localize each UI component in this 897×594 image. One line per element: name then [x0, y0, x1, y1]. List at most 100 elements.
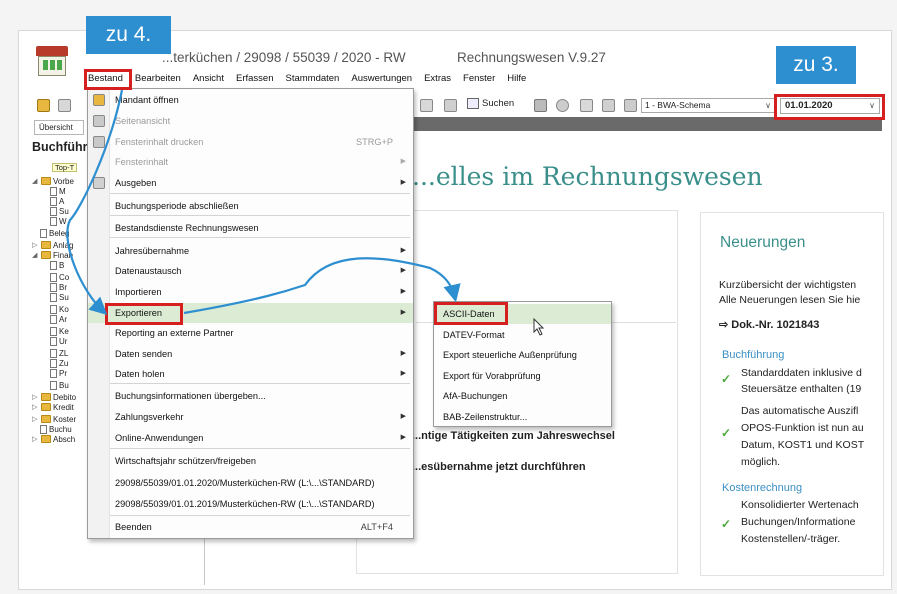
folder-open-icon[interactable]	[37, 99, 50, 112]
menu-item-29098-55039-01-01-2019-musterk[interactable]: 29098/55039/01.01.2019/Musterküchen-RW (…	[88, 494, 413, 514]
chart-icon[interactable]	[602, 99, 615, 112]
submenu-arrow-icon: ▶	[400, 158, 406, 165]
menu-item-fensterinhalt[interactable]: Fensterinhalt ▶	[88, 152, 413, 172]
app-name: Rechnungswesen V.9.27	[457, 50, 606, 65]
menu-item-reporting-an-externe-partner[interactable]: Reporting an externe Partner	[88, 323, 413, 343]
tree-item-label: Absch	[53, 434, 76, 444]
tree-item[interactable]: Br	[50, 282, 67, 292]
tree-item[interactable]: Co	[50, 272, 69, 282]
menu-item-daten-senden[interactable]: Daten senden ▶	[88, 344, 413, 364]
tree-item[interactable]: ◢ Vorbe	[32, 176, 74, 186]
menu-separator	[110, 237, 410, 238]
tree-item[interactable]: ▷ Anlag	[32, 240, 73, 250]
folder-icon	[41, 393, 51, 401]
menu-item-wirtschaftsjahr-schützen-freig[interactable]: Wirtschaftsjahr schützen/freigeben	[88, 451, 413, 471]
tree-item-label: Ko	[59, 304, 69, 314]
export-icon[interactable]	[580, 99, 593, 112]
tree-item[interactable]: A	[50, 196, 64, 206]
tree-item[interactable]: ▷ Kredit	[32, 402, 74, 412]
collapse-arrow-icon[interactable]: ◢	[32, 177, 39, 185]
submenu-item[interactable]: Export für Vorabprüfung	[434, 366, 611, 386]
filter-icon[interactable]	[534, 99, 547, 112]
tree-item[interactable]: Bu	[50, 380, 69, 390]
menu-stammdaten[interactable]: Stammdaten	[279, 70, 345, 88]
report-icon[interactable]	[624, 99, 637, 112]
news-intro-2[interactable]: Alle Neuerungen lesen Sie hie	[719, 294, 883, 306]
search-icon	[467, 98, 479, 109]
menu-extras[interactable]: Extras	[418, 70, 457, 88]
menu-erfassen[interactable]: Erfassen	[230, 70, 280, 88]
tree-item[interactable]: ZL	[50, 348, 68, 358]
expand-arrow-icon[interactable]: ▷	[32, 415, 39, 423]
menu-item-buchungsperiode-abschließen[interactable]: Buchungsperiode abschließen	[88, 196, 413, 216]
submenu-item[interactable]: BAB-Zeilenstruktur...	[434, 407, 611, 427]
menu-ansicht[interactable]: Ansicht	[187, 70, 230, 88]
menu-item-daten-holen[interactable]: Daten holen ▶	[88, 364, 413, 384]
tree-item-label: Co	[59, 272, 70, 282]
schema-select-value: 1 - BWA-Schema	[645, 100, 711, 110]
menu-item-seitenansicht[interactable]: Seitenansicht	[88, 111, 413, 131]
menu-fenster[interactable]: Fenster	[457, 70, 501, 88]
menu-item-fensterinhalt-drucken[interactable]: Fensterinhalt drucken STRG+P	[88, 132, 413, 152]
tree-item[interactable]: ▷ Koster	[32, 414, 76, 424]
menu-hilfe[interactable]: Hilfe	[501, 70, 532, 88]
menu-item-buchungsinformationen-übergebe[interactable]: Buchungsinformationen übergeben...	[88, 386, 413, 406]
doc-number-link[interactable]: ⇨ Dok.-Nr. 1021843	[719, 318, 819, 331]
document-icon	[50, 304, 57, 314]
submenu-item[interactable]: AfA-Buchungen	[434, 386, 611, 406]
menu-bearbeiten[interactable]: Bearbeiten	[129, 70, 187, 88]
tree-item[interactable]: Pr	[50, 368, 67, 378]
task-link-year-end[interactable]: ...ntige Tätigkeiten zum Jahreswechsel	[412, 430, 615, 442]
search-button[interactable]: Suchen	[467, 98, 514, 109]
menu-item-29098-55039-01-01-2020-musterk[interactable]: 29098/55039/01.01.2020/Musterküchen-RW (…	[88, 473, 413, 493]
tree-item[interactable]: Ur	[50, 336, 67, 346]
expand-arrow-icon[interactable]: ▷	[32, 435, 39, 443]
tree-item[interactable]: B	[50, 260, 64, 270]
menu-item-importieren[interactable]: Importieren ▶	[88, 282, 413, 302]
printer-icon[interactable]	[444, 99, 457, 112]
tree-item[interactable]: W	[50, 216, 67, 226]
tree-item[interactable]: Zu	[50, 358, 68, 368]
menu-item-datenaustausch[interactable]: Datenaustausch ▶	[88, 261, 413, 281]
print-preview-icon[interactable]	[420, 99, 433, 112]
tree-item[interactable]: Buchu	[40, 424, 72, 434]
menu-item-ausgeben[interactable]: Ausgeben ▶	[88, 173, 413, 193]
tree-item[interactable]: Ko	[50, 304, 69, 314]
tree-item-label: Ar	[59, 314, 67, 324]
collapse-arrow-icon[interactable]: ◢	[32, 251, 39, 259]
expand-arrow-icon[interactable]: ▷	[32, 393, 39, 401]
tree-item[interactable]: Ar	[50, 314, 67, 324]
news-section-buchfuehrung: Buchführung	[722, 349, 785, 361]
menu-auswertungen[interactable]: Auswertungen	[345, 70, 418, 88]
menu-item-zahlungsverkehr[interactable]: Zahlungsverkehr ▶	[88, 407, 413, 427]
tree-item[interactable]: Su	[50, 292, 69, 302]
submenu-item[interactable]: DATEV-Format	[434, 325, 611, 345]
window-title: ...terküchen / 29098 / 55039 / 2020 - RW	[162, 50, 406, 65]
tree-item[interactable]: M	[50, 186, 66, 196]
submenu-item-label: BAB-Zeilenstruktur...	[443, 411, 528, 422]
refresh-icon[interactable]	[556, 99, 569, 112]
tree-item[interactable]: Beleg	[40, 228, 69, 238]
tree-item[interactable]: ▷ Absch	[32, 434, 75, 444]
task-link-annual-transfer[interactable]: ...esübernahme jetzt durchführen	[412, 461, 586, 473]
menu-item-bestandsdienste-rechnungswesen[interactable]: Bestandsdienste Rechnungswesen	[88, 218, 413, 238]
menu-item-beenden[interactable]: Beenden ALT+F4	[88, 517, 413, 537]
schema-select[interactable]: 1 - BWA-Schema ∨	[641, 98, 775, 113]
tree-item[interactable]: Ke	[50, 326, 69, 336]
menu-item-mandant-öffnen[interactable]: Mandant öffnen	[88, 90, 413, 110]
expand-arrow-icon[interactable]: ▷	[32, 403, 39, 411]
menu-item-online-anwendungen[interactable]: Online-Anwendungen ▶	[88, 428, 413, 448]
tree-item-label: Koster	[53, 414, 77, 424]
submenu-item[interactable]: Export steuerliche Außenprüfung	[434, 345, 611, 365]
tree-item[interactable]: ◢ Finan	[32, 250, 73, 260]
news-bullet-text: Konsolidierter Wertenach	[741, 499, 859, 511]
tree-item[interactable]: ▷ Debito	[32, 392, 76, 402]
document-icon	[50, 196, 57, 206]
tree-item[interactable]: Su	[50, 206, 69, 216]
tree-item[interactable]: Top-T	[52, 162, 78, 172]
tab-uebersicht[interactable]: Übersicht	[34, 120, 84, 135]
menu-item-label: Daten holen	[115, 369, 165, 379]
print-icon[interactable]	[58, 99, 71, 112]
expand-arrow-icon[interactable]: ▷	[32, 241, 39, 249]
menu-item-jahresübernahme[interactable]: Jahresübernahme ▶	[88, 241, 413, 261]
